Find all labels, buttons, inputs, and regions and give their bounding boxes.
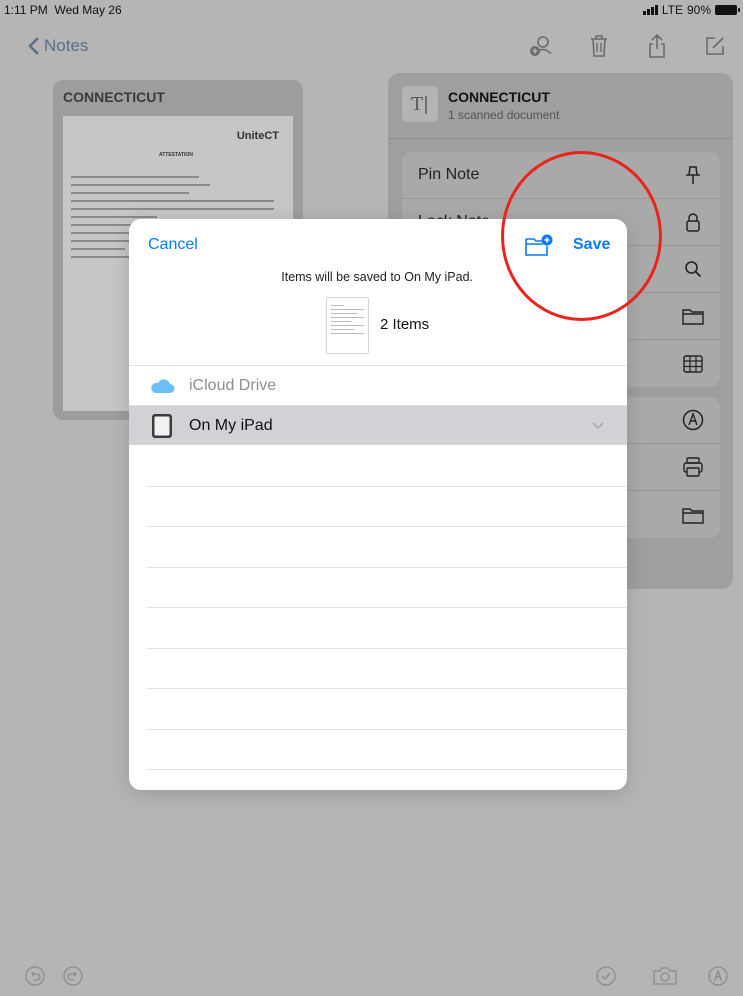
battery-percent: 90% — [686, 3, 711, 17]
text-format-icon: T| — [402, 86, 438, 122]
add-person-icon[interactable] — [527, 32, 555, 60]
undo-icon[interactable] — [25, 966, 45, 986]
status-indicators: LTE 90% — [642, 3, 740, 17]
pin-note-label: Pin Note — [418, 166, 480, 183]
status-bar: 1:11 PM Wed May 26 LTE 90% — [0, 0, 743, 20]
ipad-icon — [149, 413, 175, 438]
note-title: CONNECTICUT — [63, 89, 165, 105]
markup-icon — [682, 409, 704, 431]
nav-toolbar — [527, 32, 729, 60]
folder-icon — [682, 504, 704, 526]
network-label: LTE — [661, 3, 683, 17]
table-icon — [682, 353, 704, 375]
document-thumbnail — [326, 297, 369, 354]
empty-folder-rows — [147, 446, 627, 770]
markup-pen-icon[interactable] — [708, 966, 728, 986]
location-label: iCloud Drive — [189, 376, 277, 394]
folder-icon — [682, 305, 704, 327]
share-menu-title: CONNECTICUT — [448, 89, 550, 105]
compose-icon[interactable] — [701, 32, 729, 60]
lock-icon — [682, 211, 704, 233]
camera-icon[interactable] — [652, 966, 678, 986]
item-count: 2 Items — [380, 316, 430, 333]
cloud-icon — [149, 374, 175, 398]
location-label: On My iPad — [189, 416, 273, 434]
pin-icon — [682, 164, 704, 186]
chevron-down-icon[interactable] — [591, 418, 605, 432]
doc-heading: ATTESTATION — [159, 152, 193, 158]
share-icon[interactable] — [643, 32, 671, 60]
checklist-icon[interactable] — [596, 966, 616, 986]
signal-icon — [642, 5, 658, 15]
annotation-circle — [501, 151, 662, 321]
back-label: Notes — [44, 36, 89, 55]
share-menu-subtitle: 1 scanned document — [448, 108, 560, 122]
cancel-button[interactable]: Cancel — [148, 236, 198, 254]
trash-icon[interactable] — [585, 32, 613, 60]
bottom-toolbar — [0, 956, 743, 996]
search-icon — [682, 258, 704, 280]
battery-icon — [715, 5, 740, 15]
share-menu-header: T| CONNECTICUT 1 scanned document — [388, 73, 733, 139]
print-icon — [682, 456, 704, 478]
location-list: iCloud Drive On My iPad — [129, 365, 627, 445]
location-on-my-ipad[interactable]: On My iPad — [129, 405, 627, 445]
back-button[interactable]: Notes — [28, 36, 88, 56]
doc-brand: UniteCT — [236, 130, 279, 142]
chevron-left-icon — [28, 37, 39, 55]
redo-icon[interactable] — [63, 966, 83, 986]
location-icloud-drive[interactable]: iCloud Drive — [129, 365, 627, 405]
status-time: 1:11 PM Wed May 26 — [4, 3, 122, 17]
